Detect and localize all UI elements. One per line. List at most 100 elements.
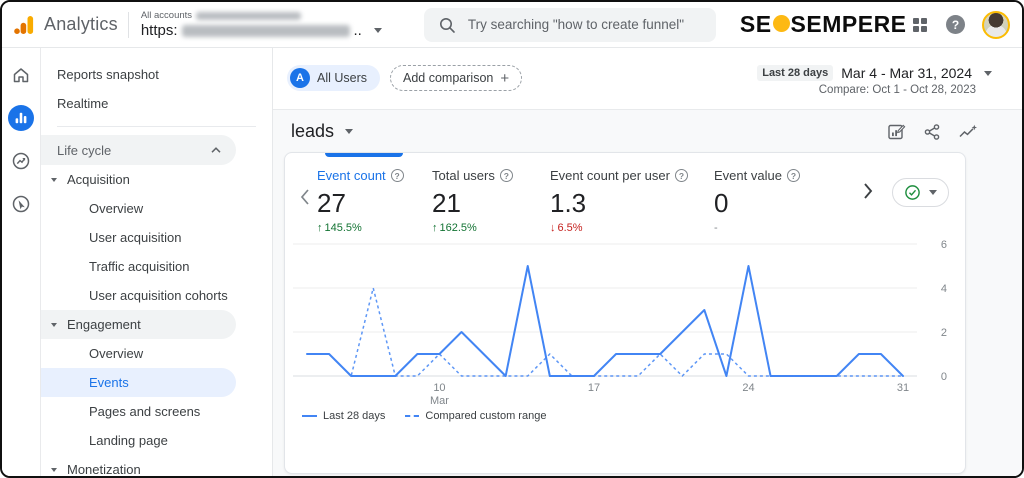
sidebar-item-acquisition-overview[interactable]: Overview: [41, 194, 272, 223]
advertising-icon[interactable]: [8, 191, 34, 217]
add-comparison-button[interactable]: Add comparison +: [390, 65, 523, 91]
metric-value: 0: [714, 188, 729, 218]
explore-icon[interactable]: [8, 148, 34, 174]
trend-arrow-icon: ↓: [550, 222, 556, 234]
share-icon[interactable]: [923, 123, 941, 141]
metric-label: Total users: [432, 168, 495, 183]
sidebar-item-engagement-overview[interactable]: Overview: [41, 339, 272, 368]
metric-value: 1.3: [550, 188, 587, 218]
svg-text:2: 2: [941, 327, 947, 339]
help-icon[interactable]: ?: [674, 169, 688, 182]
metric-event-count[interactable]: Event count ? 27 ↑ 145.5%: [317, 168, 432, 234]
customize-report-icon[interactable]: [887, 122, 906, 141]
home-icon[interactable]: [8, 62, 34, 88]
brand-text-post: SEMPERE: [790, 11, 907, 37]
report-actions: [887, 122, 978, 141]
caret-down-icon: [51, 322, 57, 327]
date-preset-badge: Last 28 days: [757, 65, 834, 81]
metric-delta: -: [714, 222, 834, 234]
solid-line-swatch-icon: [302, 415, 317, 417]
caret-down-icon: [51, 467, 57, 472]
analytics-home-link[interactable]: Analytics: [12, 13, 118, 37]
apps-grid-icon[interactable]: [911, 16, 929, 34]
search-input[interactable]: Try searching "how to create funnel": [423, 7, 716, 42]
redacted-property-name: [181, 24, 350, 37]
svg-text:0: 0: [941, 371, 947, 383]
reports-icon[interactable]: [8, 105, 34, 131]
metrics-row: Event count ? 27 ↑ 145.5% Total users ? …: [285, 153, 965, 238]
metric-label: Event count: [317, 168, 386, 183]
help-icon[interactable]: ?: [499, 169, 513, 182]
plus-icon: +: [500, 69, 510, 87]
metric-delta: ↓ 6.5%: [550, 222, 714, 234]
svg-text:10: 10: [433, 382, 445, 394]
help-icon[interactable]: ?: [786, 169, 800, 182]
sidebar-item-events[interactable]: Events: [41, 368, 236, 397]
brand-text-pre: SE: [739, 11, 772, 37]
metric-value: 21: [432, 188, 461, 218]
sidebar-item-pages-and-screens[interactable]: Pages and screens: [41, 397, 272, 426]
search-placeholder: Try searching "how to create funnel": [467, 17, 685, 32]
svg-text:17: 17: [588, 382, 600, 394]
chevron-down-icon[interactable]: [345, 129, 354, 134]
add-comparison-label: Add comparison: [403, 71, 494, 85]
sidebar-group-acquisition[interactable]: Acquisition: [41, 165, 272, 194]
sidebar-item-user-acquisition-cohorts[interactable]: User acquisition cohorts: [41, 281, 272, 310]
left-icon-rail: [2, 48, 41, 476]
all-users-label: All Users: [317, 71, 368, 85]
comparison-badge: A: [290, 68, 310, 88]
account-switcher[interactable]: All accounts https: ..: [141, 10, 382, 39]
sidebar-collection-life-cycle[interactable]: Life cycle: [41, 135, 236, 165]
metric-event-value[interactable]: Event value ? 0 -: [714, 168, 834, 234]
collection-label: Life cycle: [57, 142, 112, 158]
top-bar: Analytics All accounts https: .. Try sea…: [2, 2, 1022, 48]
divider: [57, 126, 256, 127]
delta-value: 6.5%: [557, 222, 583, 234]
delta-value: 162.5%: [439, 222, 477, 234]
chevron-right-icon: [864, 183, 873, 199]
seosempere-logo: SE SEMPERE: [740, 11, 907, 38]
legend-item-last-28-days[interactable]: Last 28 days: [302, 410, 385, 422]
help-icon[interactable]: ?: [390, 169, 404, 182]
svg-text:24: 24: [742, 382, 754, 394]
comparison-bar: A All Users Add comparison + Last 28 day…: [273, 48, 1022, 110]
sidebar-item-reports-snapshot[interactable]: Reports snapshot: [41, 60, 272, 89]
svg-text:6: 6: [941, 239, 947, 251]
metric-total-users[interactable]: Total users ? 21 ↑ 162.5%: [432, 168, 550, 234]
data-quality-button[interactable]: [892, 178, 949, 207]
legend-item-compared-custom-range[interactable]: Compared custom range: [405, 410, 546, 422]
date-range-value: Mar 4 - Mar 31, 2024: [841, 65, 972, 81]
sidebar-item-landing-page[interactable]: Landing page: [41, 426, 272, 455]
app-title: Analytics: [44, 14, 118, 34]
sidebar-group-monetization[interactable]: Monetization: [41, 455, 272, 476]
trend-chart-area[interactable]: 0 2 4 6 10 Mar 17 24 31: [285, 238, 965, 410]
sidebar-group-engagement[interactable]: Engagement: [41, 310, 236, 339]
metric-label: Event value: [714, 168, 782, 183]
chevron-left-icon: [300, 189, 309, 205]
metric-event-count-per-user[interactable]: Event count per user ? 1.3 ↓ 6.5%: [550, 168, 714, 234]
help-icon[interactable]: ?: [946, 15, 965, 34]
group-label: Monetization: [67, 462, 141, 476]
insights-icon[interactable]: [958, 123, 978, 141]
sidebar-item-traffic-acquisition[interactable]: Traffic acquisition: [41, 252, 272, 281]
metric-label: Event count per user: [550, 168, 670, 183]
brand-yellow-dot-icon: [772, 15, 790, 32]
chevron-down-icon: [373, 28, 382, 33]
all-users-chip[interactable]: A All Users: [287, 65, 381, 91]
compare-range-value: Compare: Oct 1 - Oct 28, 2023: [818, 84, 976, 96]
date-range-picker[interactable]: Last 28 days Mar 4 - Mar 31, 2024 Compar…: [757, 65, 992, 96]
search-icon: [439, 17, 455, 33]
delta-value: -: [714, 222, 718, 234]
line-chart: 024610Mar17 24 31: [293, 239, 947, 407]
report-title: leads: [291, 121, 335, 141]
redacted-account-name: [196, 11, 302, 20]
property-name-prefix: https:: [140, 22, 178, 39]
sidebar-item-realtime[interactable]: Realtime: [41, 89, 272, 118]
sidebar-item-user-acquisition[interactable]: User acquisition: [41, 223, 272, 252]
scroll-metrics-right-button[interactable]: [856, 182, 880, 200]
chart-legend: Last 28 days Compared custom range: [302, 410, 965, 422]
reports-sidebar: Reports snapshot Realtime Life cycle Acq…: [41, 48, 273, 476]
content-row: Reports snapshot Realtime Life cycle Acq…: [2, 48, 1022, 476]
scroll-metrics-left-button[interactable]: [293, 188, 317, 206]
avatar[interactable]: [982, 10, 1010, 39]
